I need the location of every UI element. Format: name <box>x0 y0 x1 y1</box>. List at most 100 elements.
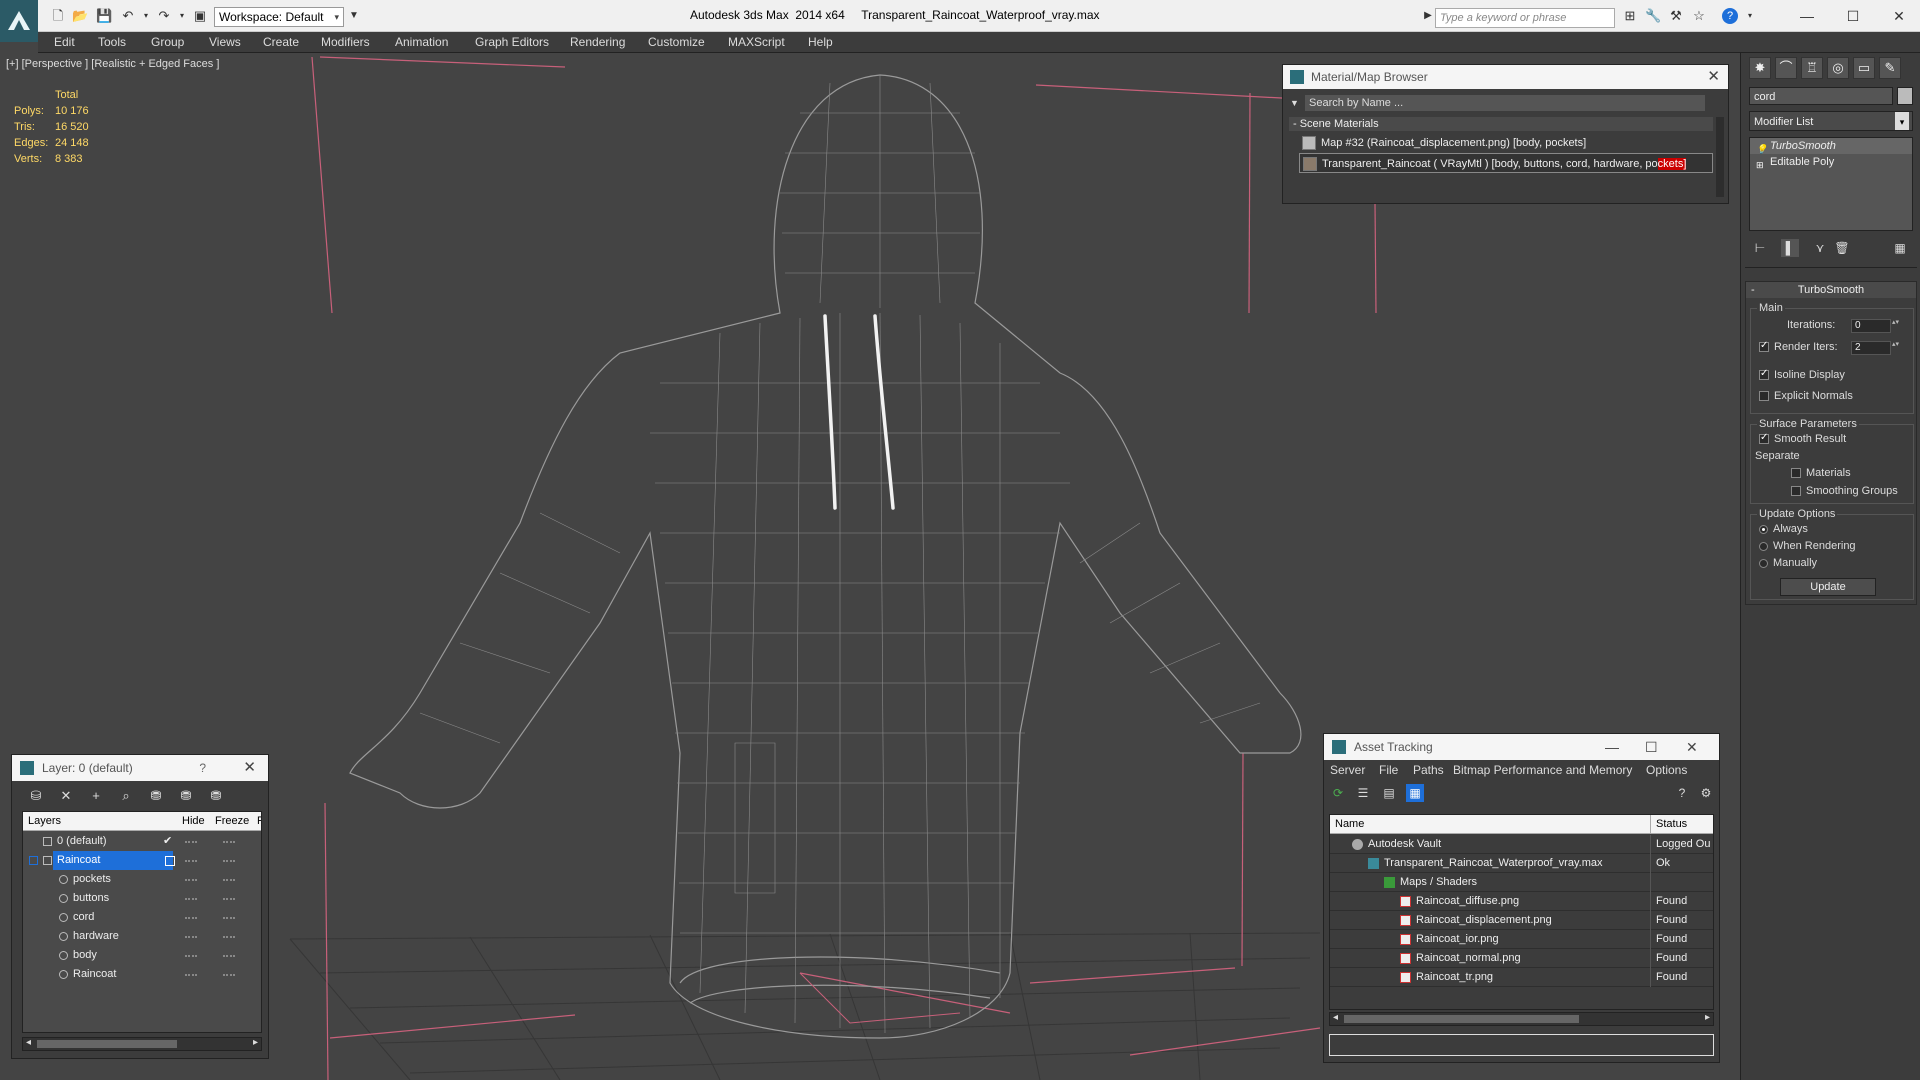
isoline-display-checkbox[interactable]: Isoline Display <box>1759 368 1845 381</box>
select-in-layer-icon[interactable]: ⌕ <box>116 787 136 805</box>
asset-row[interactable]: Autodesk Vault Logged Ou <box>1330 835 1713 854</box>
delete-layer-icon[interactable]: ✕ <box>56 787 76 805</box>
subscription-icon[interactable]: 🔧 <box>1645 8 1661 24</box>
object-name-input[interactable]: cord <box>1749 87 1893 105</box>
help-icon[interactable]: ? <box>1673 784 1691 802</box>
menu-create[interactable]: Create <box>263 35 299 49</box>
when-rendering-radio[interactable]: When Rendering <box>1759 540 1856 552</box>
expand-search-icon[interactable]: ▶ <box>1420 8 1436 24</box>
col-status[interactable]: Status <box>1656 818 1687 830</box>
active-layer-check-icon[interactable]: ✔ <box>163 832 172 851</box>
hide-toggle[interactable] <box>185 974 197 976</box>
menu-graph-editors[interactable]: Graph Editors <box>475 35 549 49</box>
stack-item-editable-poly[interactable]: ⊞ Editable Poly <box>1750 154 1912 170</box>
minimize-button[interactable]: — <box>1792 6 1822 26</box>
options-dropdown-icon[interactable]: ▼ <box>1290 98 1299 108</box>
object-color-swatch[interactable] <box>1897 87 1913 105</box>
object-row[interactable]: pockets <box>23 870 261 889</box>
binoculars-icon[interactable]: ⊞ <box>1622 8 1638 24</box>
material-row-selected[interactable]: Transparent_Raincoat ( VRayMtl ) [body, … <box>1299 153 1713 173</box>
hide-toggle[interactable] <box>185 917 197 919</box>
layers-horizontal-scrollbar[interactable]: ◂ ▸ <box>22 1037 262 1051</box>
redo-icon[interactable]: ↷ <box>156 8 172 24</box>
menu-rendering[interactable]: Rendering <box>570 35 625 49</box>
pin-stack-icon[interactable]: ⊢ <box>1751 239 1769 257</box>
stack-item-turbosmooth[interactable]: 💡 TurboSmooth <box>1750 138 1912 154</box>
asset-row[interactable]: Maps / Shaders <box>1330 873 1713 892</box>
freeze-toggle[interactable] <box>223 898 235 900</box>
checkbox-unchecked[interactable] <box>1791 468 1801 478</box>
create-tab-icon[interactable]: ✸ <box>1749 57 1771 79</box>
checkbox-checked[interactable] <box>1759 432 1769 444</box>
asset-row[interactable]: Raincoat_normal.png Found <box>1330 949 1713 968</box>
maximize-button[interactable]: ☐ <box>1645 734 1658 760</box>
undo-dropdown-icon[interactable]: ▾ <box>138 8 154 24</box>
asset-horizontal-scrollbar[interactable]: ◂ ▸ <box>1329 1012 1714 1026</box>
checkbox-unchecked[interactable] <box>1791 486 1801 496</box>
table-view-icon[interactable]: ▦ <box>1406 784 1424 802</box>
asset-row[interactable]: Raincoat_tr.png Found <box>1330 968 1713 987</box>
scroll-left-icon[interactable]: ◂ <box>26 1037 31 1048</box>
materials-checkbox[interactable]: Materials <box>1791 467 1851 479</box>
asset-row[interactable]: Raincoat_diffuse.png Found <box>1330 892 1713 911</box>
smoothing-groups-checkbox[interactable]: Smoothing Groups <box>1791 485 1898 497</box>
material-browser-scrollbar[interactable] <box>1716 117 1724 197</box>
menu-paths[interactable]: Paths <box>1413 763 1444 777</box>
radio-unselected[interactable] <box>1759 558 1768 568</box>
material-browser-titlebar[interactable]: Material/Map Browser ✕ <box>1283 65 1728 89</box>
show-end-result-icon[interactable]: ▌ <box>1781 239 1799 257</box>
save-file-icon[interactable]: 💾 <box>96 8 112 24</box>
utilities-tab-icon[interactable]: ✎ <box>1879 57 1901 79</box>
scroll-right-icon[interactable]: ▸ <box>253 1037 258 1048</box>
menu-animation[interactable]: Animation <box>395 35 448 49</box>
freeze-toggle[interactable] <box>223 936 235 938</box>
material-search-input[interactable]: Search by Name ... <box>1305 95 1705 111</box>
infocenter-search-input[interactable]: Type a keyword or phrase <box>1435 8 1615 28</box>
app-logo-button[interactable] <box>0 0 38 42</box>
configure-modifier-sets-icon[interactable]: ▦ <box>1891 239 1909 257</box>
object-row[interactable]: hardware <box>23 927 261 946</box>
col-hide[interactable]: Hide <box>182 815 205 827</box>
layer-row[interactable]: 0 (default) ✔ <box>23 832 261 851</box>
modify-tab-icon[interactable]: ⌒ <box>1775 57 1797 79</box>
freeze-toggle[interactable] <box>223 917 235 919</box>
object-row[interactable]: cord <box>23 908 261 927</box>
freeze-all-layers-icon[interactable]: ⛃ <box>206 787 226 805</box>
checkbox-unchecked[interactable] <box>1759 391 1769 401</box>
hide-toggle[interactable] <box>185 955 197 957</box>
layer-dialog-titlebar[interactable]: Layer: 0 (default) ? ✕ <box>12 755 268 781</box>
set-current-layer-box[interactable] <box>165 856 175 866</box>
add-to-layer-icon[interactable]: + <box>86 787 106 805</box>
make-unique-icon[interactable]: ⋎ <box>1811 239 1829 257</box>
minimize-button[interactable]: — <box>1605 734 1619 760</box>
expand-icon[interactable]: ⊞ <box>1756 157 1764 173</box>
freeze-toggle[interactable] <box>223 841 235 843</box>
object-row[interactable]: buttons <box>23 889 261 908</box>
radio-selected[interactable] <box>1759 524 1768 534</box>
help-icon[interactable]: ? <box>1722 8 1738 24</box>
asset-row[interactable]: Raincoat_ior.png Found <box>1330 930 1713 949</box>
scrollbar-thumb[interactable] <box>1344 1015 1579 1023</box>
menu-server[interactable]: Server <box>1330 763 1365 777</box>
freeze-toggle[interactable] <box>223 879 235 881</box>
asset-path-input[interactable] <box>1329 1034 1714 1056</box>
scrollbar-thumb[interactable] <box>37 1040 177 1048</box>
menu-help[interactable]: Help <box>808 35 833 49</box>
open-file-icon[interactable]: 📂 <box>72 8 88 24</box>
iterations-spinner[interactable]: 0 <box>1851 319 1900 333</box>
menu-file[interactable]: File <box>1379 763 1398 777</box>
hide-toggle[interactable] <box>185 936 197 938</box>
close-button[interactable]: ✕ <box>1686 734 1698 760</box>
highlight-layer-icon[interactable]: ⛃ <box>146 787 166 805</box>
col-name[interactable]: Name <box>1335 818 1364 830</box>
hide-toggle[interactable] <box>185 898 197 900</box>
create-layer-icon[interactable]: ⛁ <box>26 787 46 805</box>
col-render[interactable]: R <box>257 815 261 827</box>
favorites-icon[interactable]: ☆ <box>1691 8 1707 24</box>
checkbox-checked[interactable] <box>1759 368 1769 380</box>
display-tab-icon[interactable]: ▭ <box>1853 57 1875 79</box>
tree-view-icon[interactable]: ▤ <box>1380 784 1398 802</box>
layer-row-selected[interactable]: Raincoat <box>23 851 261 870</box>
checkbox-checked[interactable] <box>1759 340 1769 352</box>
radio-unselected[interactable] <box>1759 541 1768 551</box>
